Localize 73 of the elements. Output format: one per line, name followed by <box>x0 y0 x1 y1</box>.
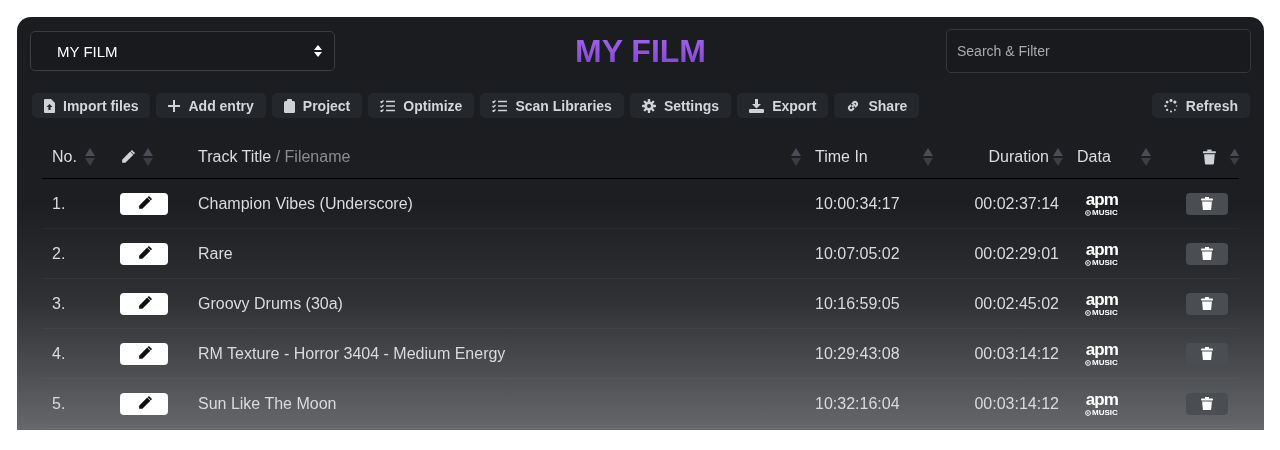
trash-icon <box>1201 346 1213 361</box>
clipboard-icon <box>283 98 295 113</box>
edit-button[interactable] <box>120 292 168 315</box>
checklist-icon <box>492 99 508 112</box>
library-logo: apm MUSIC <box>1085 290 1118 317</box>
select-arrows-icon <box>314 45 322 57</box>
toolbar-button[interactable]: Optimize <box>368 93 475 118</box>
library-logo: apm MUSIC <box>1085 340 1118 367</box>
download-icon <box>749 98 765 113</box>
time-in: 10:32:16:04 <box>815 394 901 413</box>
edit-button[interactable] <box>120 242 168 265</box>
row-number: 2. <box>51 244 67 263</box>
column-header[interactable]: No. <box>52 148 77 166</box>
column-header[interactable]: Data <box>1077 148 1111 166</box>
row-number: 4. <box>51 344 67 363</box>
column-header[interactable]: Track Title / Filename <box>198 148 351 166</box>
library-logo: apm MUSIC <box>1085 190 1118 217</box>
toolbar-button[interactable]: Share <box>834 93 920 118</box>
toolbar-button[interactable]: Export <box>737 93 829 118</box>
pencil-icon <box>136 296 152 311</box>
track-title: Groovy Drums (30a) <box>198 294 344 313</box>
pencil-icon <box>136 396 152 411</box>
library-logo: apm MUSIC <box>1085 240 1118 267</box>
refresh-button[interactable]: Refresh <box>1151 93 1250 118</box>
pencil-icon <box>136 246 152 261</box>
row-number: 5. <box>51 394 67 413</box>
column-header[interactable]: Duration <box>988 148 1049 166</box>
duration: 00:02:29:01 <box>973 244 1060 263</box>
link-icon <box>846 98 861 113</box>
library-logo: apm MUSIC <box>1085 390 1118 417</box>
time-in: 10:16:59:05 <box>815 294 901 313</box>
project-select[interactable]: MY FILM <box>30 31 335 71</box>
delete-button[interactable] <box>1186 192 1228 215</box>
track-title: Rare <box>198 244 234 263</box>
edit-button[interactable] <box>120 192 168 215</box>
checklist-icon <box>380 99 396 112</box>
column-header[interactable]: Time In <box>815 148 868 166</box>
plus-icon <box>168 99 181 112</box>
time-in: 10:00:34:17 <box>815 194 901 213</box>
pencil-icon <box>136 346 152 361</box>
row-number: 1. <box>51 194 67 213</box>
toolbar-button[interactable]: Import files <box>32 93 151 118</box>
pencil-icon <box>120 149 135 165</box>
toolbar-button[interactable]: Add entry <box>156 93 266 118</box>
trash-icon <box>1201 196 1213 211</box>
delete-button[interactable] <box>1186 292 1228 315</box>
time-in: 10:07:05:02 <box>815 244 901 263</box>
time-in: 10:29:43:08 <box>815 344 901 363</box>
pencil-icon <box>136 196 152 211</box>
toolbar-button[interactable]: Scan Libraries <box>480 93 624 118</box>
spinner-icon <box>1163 98 1178 113</box>
track-title: RM Texture - Horror 3404 - Medium Energy <box>198 344 507 363</box>
edit-button[interactable] <box>120 392 168 415</box>
delete-button[interactable] <box>1186 342 1228 365</box>
row-number: 3. <box>51 294 67 313</box>
file-upload-icon <box>44 98 55 113</box>
trash-icon <box>1201 296 1213 311</box>
track-title: Champion Vibes (Underscore) <box>198 194 414 213</box>
duration: 00:03:14:12 <box>973 344 1060 363</box>
gear-icon <box>641 98 656 113</box>
delete-button[interactable] <box>1186 392 1228 415</box>
duration: 00:02:37:14 <box>973 194 1060 213</box>
search-field[interactable]: Search & Filter <box>946 29 1251 73</box>
delete-button[interactable] <box>1186 242 1228 265</box>
toolbar-button[interactable]: Project <box>271 93 363 118</box>
track-title: Sun Like The Moon <box>198 394 338 413</box>
duration: 00:03:14:12 <box>973 394 1060 413</box>
toolbar-button[interactable]: Settings <box>629 93 732 118</box>
trash-icon <box>1201 246 1213 261</box>
duration: 00:02:45:02 <box>973 294 1060 313</box>
trash-icon <box>1203 148 1216 166</box>
edit-button[interactable] <box>120 342 168 365</box>
trash-icon <box>1201 396 1213 411</box>
